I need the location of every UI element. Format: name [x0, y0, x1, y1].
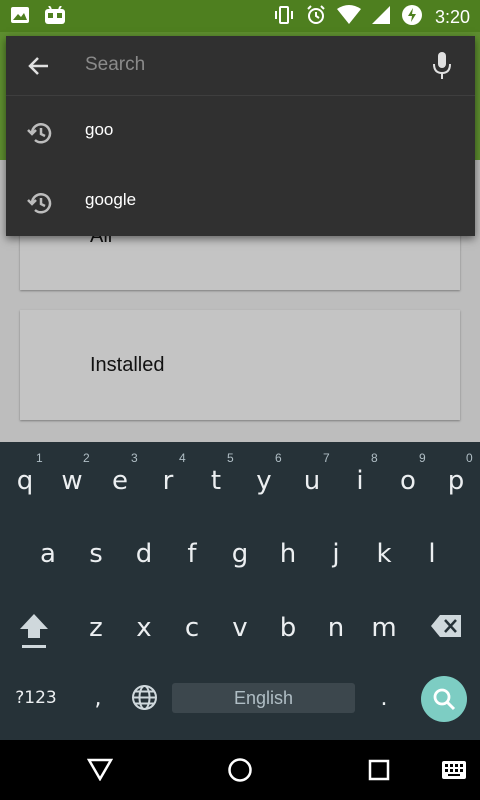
key-e[interactable]: e — [105, 466, 135, 496]
key-d[interactable]: d — [129, 539, 159, 569]
key-hint: 0 — [466, 451, 473, 465]
android-debug-icon — [44, 5, 66, 31]
search-input[interactable]: Search — [85, 54, 145, 76]
key-g[interactable]: g — [225, 539, 255, 569]
key-y[interactable]: y — [249, 466, 279, 496]
key-p[interactable]: p — [441, 466, 471, 496]
status-bar: 3:20 — [0, 0, 480, 32]
key-o[interactable]: o — [393, 466, 423, 496]
key-j[interactable]: j — [321, 539, 351, 569]
key-q[interactable]: q — [10, 466, 40, 496]
category-card-installed[interactable]: Installed — [20, 310, 460, 420]
search-icon — [433, 688, 456, 711]
key-t[interactable]: t — [201, 466, 231, 496]
key-h[interactable]: h — [273, 539, 303, 569]
keyboard: 1 q 2 w 3 e 4 r 5 t 6 y 7 u 8 i 9 o 0 p … — [0, 442, 480, 740]
status-time: 3:20 — [434, 7, 470, 27]
home-nav-icon[interactable] — [227, 757, 253, 788]
key-hint: 6 — [275, 451, 282, 465]
history-icon — [26, 189, 54, 217]
key-z[interactable]: z — [81, 613, 111, 643]
globe-icon[interactable] — [131, 684, 158, 716]
history-icon — [26, 119, 54, 147]
key-u[interactable]: u — [297, 466, 327, 496]
key-x[interactable]: x — [129, 613, 159, 643]
keyboard-switch-icon[interactable] — [441, 760, 467, 785]
key-c[interactable]: c — [177, 613, 207, 643]
key-comma[interactable]: , — [83, 686, 113, 711]
search-suggestion[interactable]: google — [6, 167, 475, 237]
key-b[interactable]: b — [273, 613, 303, 643]
navigation-bar — [0, 740, 480, 800]
key-m[interactable]: m — [369, 613, 399, 643]
symbols-key[interactable]: ?123 — [10, 688, 62, 708]
key-n[interactable]: n — [321, 613, 351, 643]
key-r[interactable]: r — [153, 466, 183, 496]
vibrate-icon — [273, 4, 295, 31]
key-hint: 4 — [179, 451, 186, 465]
microphone-icon[interactable] — [431, 51, 453, 81]
key-w[interactable]: w — [57, 466, 87, 496]
key-hint: 7 — [323, 451, 330, 465]
key-v[interactable]: v — [225, 613, 255, 643]
key-s[interactable]: s — [81, 539, 111, 569]
alarm-icon — [305, 4, 327, 31]
key-hint: 9 — [419, 451, 426, 465]
key-l[interactable]: l — [417, 539, 447, 569]
key-i[interactable]: i — [345, 466, 375, 496]
search-suggestion-text: goo — [85, 120, 114, 139]
search-suggestion-text: google — [85, 190, 137, 209]
search-suggestion[interactable]: goo — [6, 97, 475, 167]
search-bar: Search — [6, 36, 475, 96]
category-card-label: Installed — [90, 354, 165, 376]
key-hint: 5 — [227, 451, 234, 465]
battery-charging-icon — [401, 4, 423, 31]
shift-icon[interactable] — [18, 612, 50, 655]
key-hint: 1 — [36, 451, 43, 465]
key-hint: 3 — [131, 451, 138, 465]
recents-nav-icon[interactable] — [368, 759, 390, 786]
wifi-icon — [336, 5, 361, 30]
key-hint: 2 — [83, 451, 90, 465]
back-arrow-icon[interactable] — [26, 53, 52, 79]
space-bar[interactable]: English — [172, 683, 355, 713]
key-a[interactable]: a — [33, 539, 63, 569]
key-period[interactable]: . — [369, 686, 399, 711]
key-f[interactable]: f — [177, 539, 207, 569]
backspace-icon[interactable] — [430, 614, 462, 643]
search-key-button[interactable] — [421, 676, 467, 722]
key-hint: 8 — [371, 451, 378, 465]
search-overlay: Search goo google — [6, 36, 475, 236]
key-k[interactable]: k — [369, 539, 399, 569]
back-nav-icon[interactable] — [86, 757, 114, 786]
signal-icon — [371, 5, 391, 30]
image-icon — [10, 6, 30, 31]
